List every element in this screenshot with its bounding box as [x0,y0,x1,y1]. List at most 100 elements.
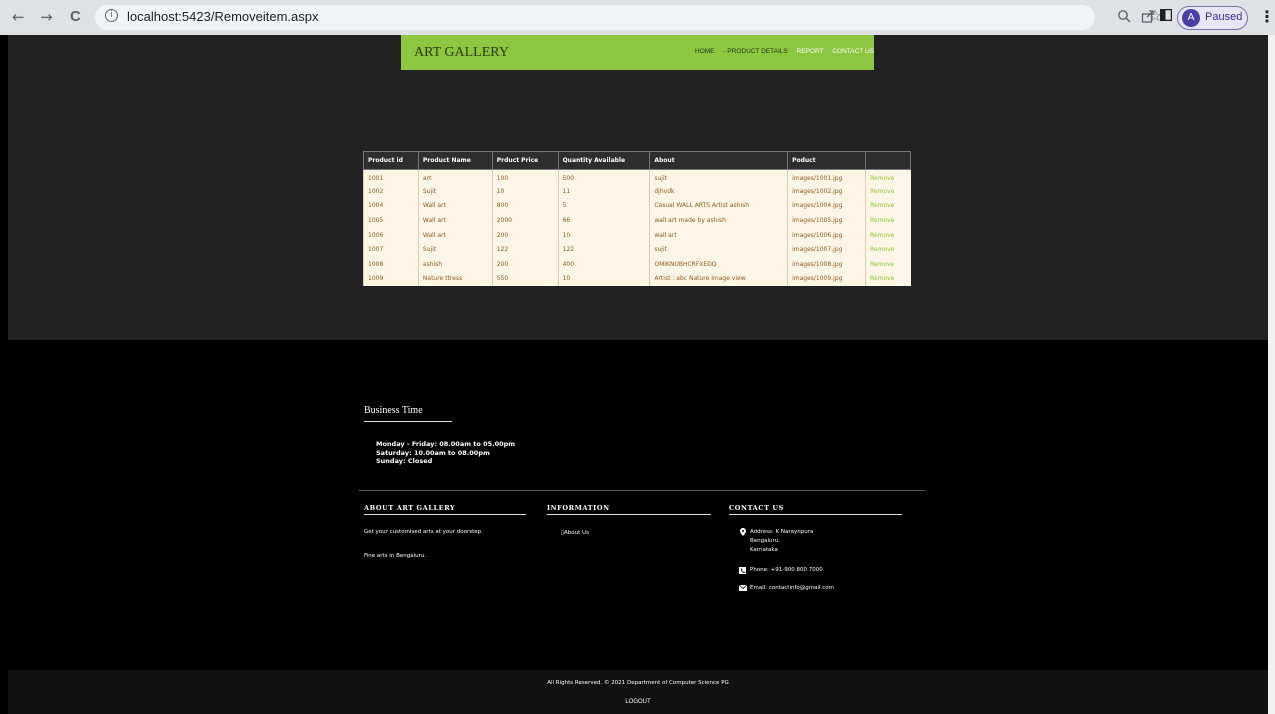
cell-product-name: ashish [417,257,493,272]
address-line-2: Bengaluru. [750,538,781,544]
divider [364,514,526,515]
phone-icon [739,567,746,576]
cell-about: Artist : abc Nature image view [649,271,788,287]
cell-product-id: 1002 [363,184,419,199]
cell-about: sujit [649,169,788,185]
cell-quantity: 66 [557,213,650,228]
remove-link[interactable]: Remove [865,184,911,199]
about-us-label: About Us [564,530,589,536]
cell-image-path: images/1002.jpg [787,184,866,199]
copyright-bar: All Rights Reserved. © 2021 Department o… [8,670,1268,714]
cell-product-id: 1001 [363,169,419,185]
cell-price: 10 [491,184,559,199]
nav-home[interactable]: HOME [695,48,715,55]
forward-icon[interactable]: → [40,8,53,26]
cell-product-name: Wall art [417,227,493,243]
hours-weekdays: Monday - Friday: 08.00am to 05.00pm [376,440,516,448]
cell-price: 200 [491,257,559,272]
browser-toolbar: ← → C i localhost:5423/Removeitem.aspx ☆… [0,0,1275,35]
zoom-icon[interactable] [1117,9,1131,27]
reload-icon[interactable]: C [70,8,81,25]
col-product-image: Poduct [787,151,866,170]
profile-status: Paused [1205,11,1243,23]
information-heading: INFORMATION [547,504,610,512]
cell-about: Casual WALL ARTS Artist ashish [649,198,788,214]
about-text-1: Get your customised arts at your doorste… [364,529,483,535]
remove-link[interactable]: Remove [865,227,911,243]
col-about: About [649,151,789,170]
cell-about: wall art [649,227,788,243]
page-viewport: ART GALLERY HOME - PRODUCT DETAILS REPOR… [8,35,1268,714]
about-us-link[interactable]: ▯About Us [561,530,589,536]
cell-quantity: 10 [557,227,650,243]
remove-link[interactable]: Remove [865,169,911,185]
site-info-icon[interactable]: i [105,9,118,22]
table-row: 1004 Wall art 800 5 Casual WALL ARTS Artist … [363,198,911,214]
email-text: Email: contactinfo@gmail.com [750,585,835,591]
main-nav: HOME - PRODUCT DETAILS REPORT CONTACT US [695,48,881,55]
cell-quantity: 500 [557,169,650,185]
col-quantity: Quantity Available [557,151,651,170]
nav-product-details[interactable]: - PRODUCT DETAILS [723,48,787,55]
col-product-name: Product Name [417,151,493,170]
divider [729,514,902,515]
products-table: Product id Product Name Prduct Price Qua… [363,151,911,287]
cell-product-id: 1007 [363,242,419,258]
cell-price: 122 [491,242,559,258]
business-time-title: Business Time [364,405,423,416]
cell-product-name: Sujit [417,242,493,258]
table-row: 1007 Sujit 122 122 sujit images/1007.jpg Remov… [363,242,911,258]
table-row: 1008 ashish 200 400 OMIKNUBHCRFXEDQ images/10… [363,257,911,272]
remove-link[interactable]: Remove [865,242,911,258]
side-panel-icon[interactable] [1159,8,1173,25]
location-pin-icon [740,528,746,538]
cell-product-name: Sujit [417,184,493,199]
cell-quantity: 5 [557,198,650,214]
site-logo[interactable]: ART GALLERY [414,45,509,61]
cell-image-path: images/1009.jpg [787,271,866,287]
nav-contact-us[interactable]: CONTACT US [832,48,874,55]
cell-image-path: images/1008.jpg [787,257,866,272]
remove-link[interactable]: Remove [865,213,911,228]
email-icon [738,584,748,593]
remove-link[interactable]: Remove [865,257,911,272]
cell-about: sujit [649,242,788,258]
address-bar[interactable]: i localhost:5423/Removeitem.aspx [95,5,1095,30]
about-heading: ABOUT ART GALLERY [364,504,456,512]
cell-product-name: Wall art [417,198,493,214]
table-row: 1006 Wall art 200 10 wall art images/1006.jpg… [363,227,911,243]
remove-link[interactable]: Remove [865,271,911,287]
cell-price: 100 [491,169,559,185]
cell-quantity: 11 [557,184,650,199]
about-text-2: Fine arts in Bengaluru. [364,553,427,559]
cell-about: wall art made by ashish [649,213,788,228]
cell-image-path: images/1006.jpg [787,227,866,243]
col-action [865,151,911,170]
table-header-row: Product id Product Name Prduct Price Qua… [363,151,911,170]
profile-button[interactable]: A Paused [1177,6,1248,30]
cell-about: OMIKNUBHCRFXEDQ [649,257,788,272]
url-text[interactable]: localhost:5423/Removeitem.aspx [127,9,319,24]
cell-image-path: images/1001.jpg [787,169,866,185]
col-product-id: Product id [363,151,419,170]
nav-report[interactable]: REPORT [797,48,824,55]
table-row: 1005 Wall art 2000 66 wall art made by ashis… [363,213,911,228]
cell-product-name: art [417,169,493,185]
remove-link[interactable]: Remove [865,198,911,214]
hours-sunday: Sunday: Closed [376,457,433,465]
address-line-1: Address: K Naraynpura [750,529,814,535]
cell-about: djhvdk [649,184,788,199]
logout-link[interactable]: LOGOUT [8,699,1268,705]
cell-image-path: images/1004.jpg [787,198,866,214]
cell-price: 200 [491,227,559,243]
table-row: 1009 Nature ttress 550 10 Artist : abc Natur… [363,271,911,287]
footer-divider [359,490,925,491]
back-icon[interactable]: ← [12,8,25,26]
copyright-text: All Rights Reserved. © 2021 Department o… [547,680,729,686]
col-product-price: Prduct Price [491,151,559,170]
content-section: ART GALLERY HOME - PRODUCT DETAILS REPOR… [8,35,1268,340]
cell-price: 800 [491,198,559,214]
vertical-scrollbar[interactable] [1268,35,1275,714]
kebab-menu-icon[interactable]: ⋮ [1259,7,1275,26]
cell-product-id: 1008 [363,257,419,272]
